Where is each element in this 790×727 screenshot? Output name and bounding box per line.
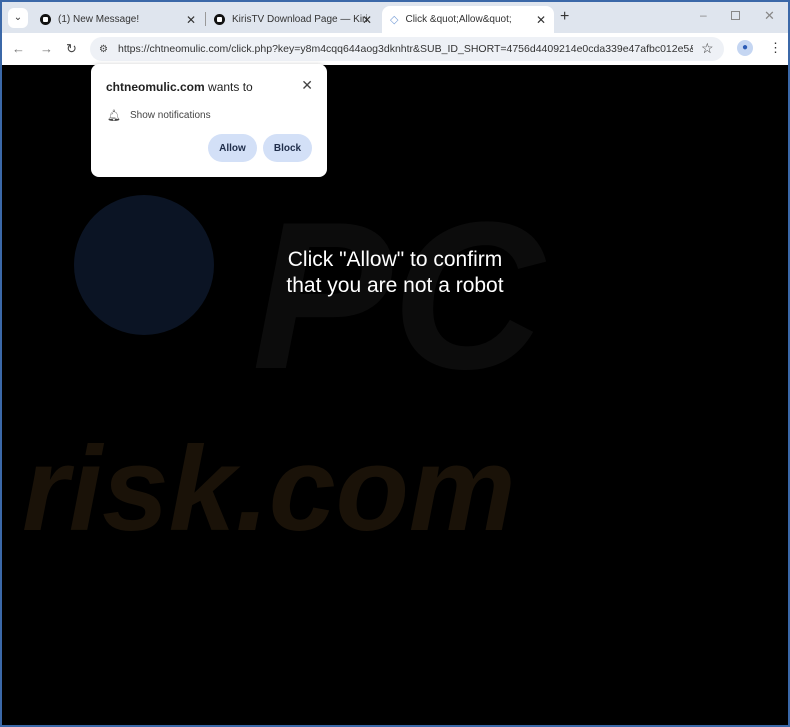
popup-site: chtneomulic.com — [106, 80, 205, 94]
permission-row: 🔔︎ Show notifications — [107, 109, 211, 122]
tab-new-message[interactable]: (1) New Message! ✕ — [32, 6, 204, 33]
tab-click-allow[interactable]: ◇ Click &quot;Allow&quot; ✕ — [382, 6, 554, 33]
tab-title: KirisTV Download Page — Kiris — [232, 14, 367, 25]
minimize-button[interactable]: – — [700, 8, 707, 22]
toolbar: ← → ↻ ⚙ https://chtneomulic.com/click.ph… — [2, 33, 788, 65]
browser-window: ⌄ (1) New Message! ✕ KirisTV Download Pag… — [2, 2, 788, 725]
close-tab-icon[interactable]: ✕ — [536, 13, 546, 27]
notification-permission-popup: chtneomulic.com wants to ✕ 🔔︎ Show notifi… — [91, 64, 327, 177]
reload-icon[interactable]: ↻ — [66, 41, 77, 57]
site-icon — [40, 14, 51, 25]
close-window-button[interactable]: ✕ — [764, 8, 775, 24]
loading-icon: ◇ — [390, 14, 399, 26]
tab-title: (1) New Message! — [58, 14, 140, 25]
close-tab-icon[interactable]: ✕ — [362, 13, 372, 27]
tab-search-button[interactable]: ⌄ — [8, 8, 28, 28]
robot-message: Click "Allow" to confirm that you are no… — [2, 247, 788, 299]
maximize-button[interactable] — [731, 11, 740, 20]
block-button[interactable]: Block — [263, 134, 312, 162]
close-icon[interactable]: ✕ — [301, 77, 313, 94]
popup-wants: wants to — [204, 80, 253, 94]
new-tab-button[interactable]: + — [560, 8, 569, 26]
message-line-2: that you are not a robot — [286, 274, 504, 297]
tab-kiristv[interactable]: KirisTV Download Page — Kiris ✕ — [206, 6, 380, 33]
site-settings-icon[interactable]: ⚙ — [99, 44, 108, 55]
watermark-risk: risk.com — [22, 422, 516, 556]
tab-bar: ⌄ (1) New Message! ✕ KirisTV Download Pag… — [2, 2, 788, 33]
profile-icon[interactable]: ● — [737, 40, 753, 56]
url-text: https://chtneomulic.com/click.php?key=y8… — [118, 43, 693, 55]
bookmark-star-icon[interactable]: ☆ — [701, 40, 714, 57]
message-line-1: Click "Allow" to confirm — [287, 248, 503, 271]
menu-icon[interactable]: ⋮ — [769, 40, 782, 56]
back-icon[interactable]: ← — [12, 41, 25, 56]
popup-title: chtneomulic.com wants to — [106, 80, 253, 94]
permission-label: Show notifications — [129, 110, 211, 121]
allow-button[interactable]: Allow — [208, 134, 257, 162]
site-icon — [214, 14, 225, 25]
address-bar[interactable]: ⚙ https://chtneomulic.com/click.php?key=… — [90, 37, 724, 61]
tab-title: Click &quot;Allow&quot; — [405, 14, 512, 25]
forward-icon[interactable]: → — [40, 41, 53, 56]
bell-icon: 🔔︎ — [107, 110, 121, 122]
close-tab-icon[interactable]: ✕ — [186, 13, 196, 27]
